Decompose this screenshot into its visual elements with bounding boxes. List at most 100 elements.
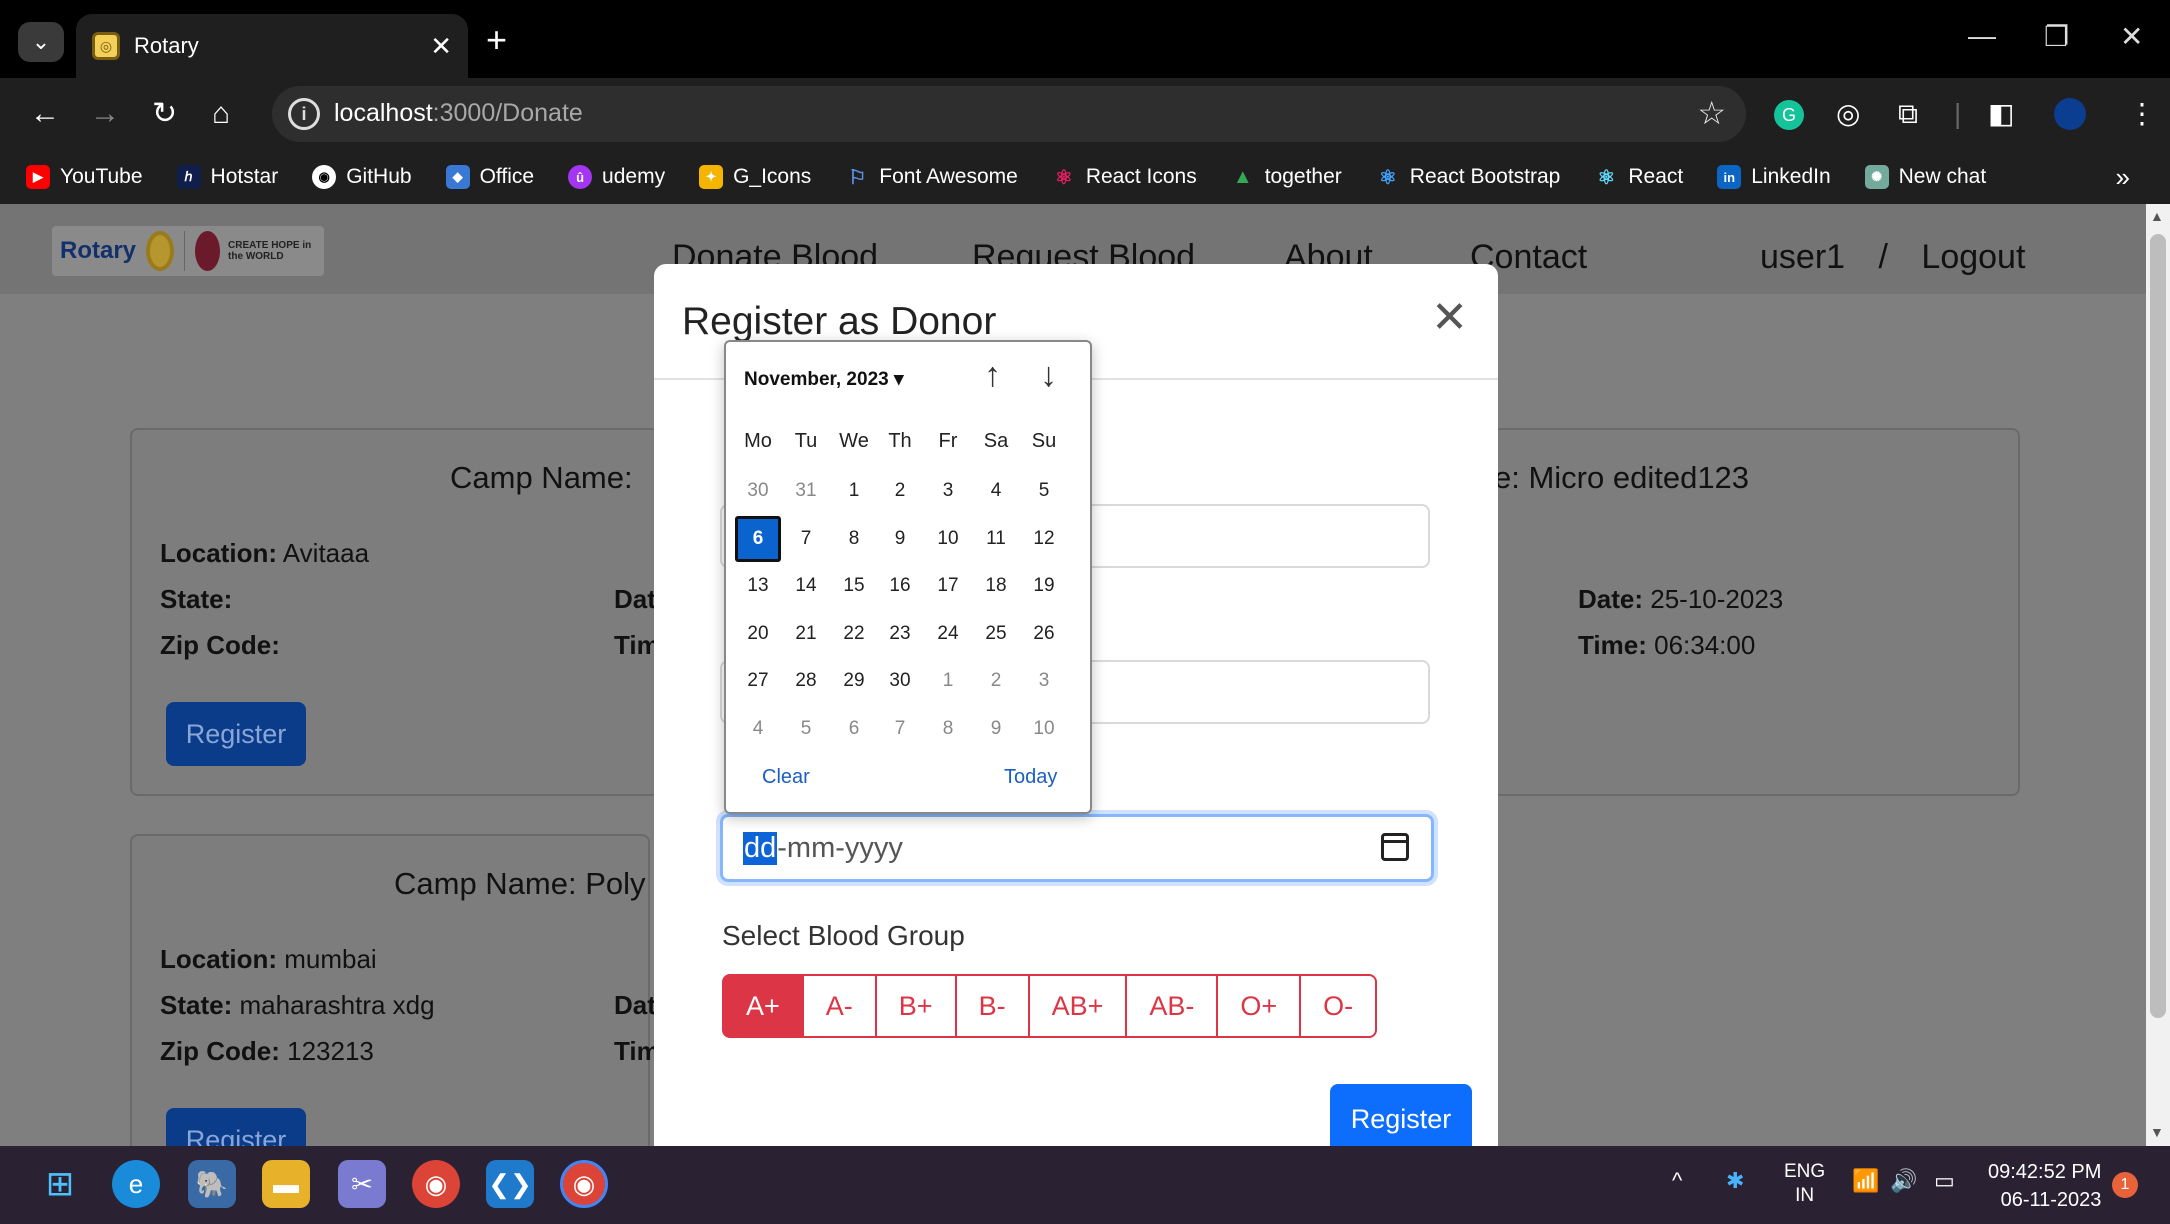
calendar-day[interactable]: 11 xyxy=(973,516,1019,562)
calendar-day[interactable]: 15 xyxy=(831,563,877,609)
bookmark-youtube[interactable]: ▶ YouTube xyxy=(26,165,143,189)
calendar-day[interactable]: 24 xyxy=(925,611,971,657)
bookmark-office[interactable]: ◆ Office xyxy=(445,165,534,189)
calendar-day[interactable]: 19 xyxy=(1021,563,1067,609)
calendar-day[interactable]: 16 xyxy=(877,563,923,609)
profile-avatar[interactable] xyxy=(2054,98,2086,130)
modal-close-icon[interactable]: ✕ xyxy=(1431,292,1468,343)
scroll-up-icon[interactable]: ▲ xyxy=(2150,208,2164,224)
bookmark-g-icons[interactable]: ✦ G_Icons xyxy=(699,165,811,189)
extensions-puzzle-icon[interactable]: ⧉ xyxy=(1898,96,1918,132)
bookmark-react-icons[interactable]: ⚛ React Icons xyxy=(1051,165,1197,189)
camp-register-button[interactable]: Register xyxy=(166,702,306,766)
prev-month-arrow-icon[interactable]: ↑ xyxy=(984,356,1001,395)
reload-icon[interactable]: ↻ xyxy=(152,96,177,132)
calendar-day[interactable]: 5 xyxy=(1021,468,1067,514)
omnibox[interactable]: i localhost:3000/Donate ☆ xyxy=(272,86,1746,142)
calendar-day[interactable]: 12 xyxy=(1021,516,1067,562)
calendar-day[interactable]: 3 xyxy=(925,468,971,514)
calendar-day[interactable]: 26 xyxy=(1021,611,1067,657)
calendar-day[interactable]: 7 xyxy=(877,706,923,752)
notification-badge[interactable]: 1 xyxy=(2112,1172,2138,1198)
file-explorer-icon[interactable]: ▬ xyxy=(262,1160,310,1208)
bookmark-react-bootstrap[interactable]: ⚛ React Bootstrap xyxy=(1375,165,1560,189)
wifi-icon[interactable]: 📶 xyxy=(1852,1168,1879,1194)
minimize-icon[interactable]: — xyxy=(1968,20,1996,52)
blood-group-b-pos[interactable]: B+ xyxy=(874,974,957,1038)
calendar-day[interactable]: 13 xyxy=(735,563,781,609)
next-month-arrow-icon[interactable]: ↓ xyxy=(1040,356,1057,395)
browser-menu-icon[interactable]: ⋮ xyxy=(2128,96,2156,132)
system-clock[interactable]: 09:42:52 PM 06-11-2023 xyxy=(1988,1158,2101,1214)
blood-group-a-neg[interactable]: A- xyxy=(801,974,877,1038)
browser-tab[interactable]: ◎ Rotary ✕ xyxy=(76,14,468,78)
calendar-icon[interactable] xyxy=(1381,833,1409,861)
blood-group-o-neg[interactable]: O- xyxy=(1299,974,1378,1038)
calendar-day[interactable]: 17 xyxy=(925,563,971,609)
language-indicator[interactable]: ENG IN xyxy=(1784,1160,1825,1208)
show-hidden-icons[interactable]: ^ xyxy=(1672,1168,1682,1194)
blood-group-a-pos[interactable]: A+ xyxy=(722,974,804,1038)
extension-target-icon[interactable]: ◎ xyxy=(1836,96,1860,132)
bookmark-star-icon[interactable]: ☆ xyxy=(1697,94,1726,132)
bookmark-hotstar[interactable]: ℎ Hotstar xyxy=(176,165,278,189)
page-scrollbar[interactable]: ▲ ▼ xyxy=(2146,204,2170,1146)
tab-close-icon[interactable]: ✕ xyxy=(430,31,452,62)
tab-search-button[interactable]: ⌄ xyxy=(18,22,64,62)
rotary-logo[interactable]: Rotary CREATE HOPE in the WORLD xyxy=(52,226,324,276)
donation-date-input[interactable]: dd -mm-yyyy xyxy=(720,814,1434,882)
bookmark-react[interactable]: ⚛ React xyxy=(1594,165,1683,189)
home-icon[interactable]: ⌂ xyxy=(212,96,230,132)
chrome-icon[interactable]: ◉ xyxy=(412,1160,460,1208)
calendar-day[interactable]: 14 xyxy=(783,563,829,609)
calendar-day[interactable]: 27 xyxy=(735,658,781,704)
window-close-icon[interactable]: ✕ xyxy=(2120,20,2143,53)
calendar-day[interactable]: 1 xyxy=(925,658,971,704)
vscode-icon[interactable]: ❮❯ xyxy=(486,1160,534,1208)
calendar-day[interactable]: 2 xyxy=(877,468,923,514)
month-year-dropdown[interactable]: November, 2023 ▾ xyxy=(744,368,904,391)
camp-register-button[interactable]: Register xyxy=(166,1108,306,1146)
snipping-tool-icon[interactable]: ✂ xyxy=(338,1160,386,1208)
calendar-day[interactable]: 10 xyxy=(1021,706,1067,752)
calendar-day[interactable]: 2 xyxy=(973,658,1019,704)
calendar-day[interactable]: 8 xyxy=(831,516,877,562)
volume-icon[interactable]: 🔊 xyxy=(1890,1168,1917,1194)
blood-group-ab-neg[interactable]: AB- xyxy=(1125,974,1219,1038)
scroll-thumb[interactable] xyxy=(2150,234,2166,1018)
calendar-day[interactable]: 30 xyxy=(735,468,781,514)
bookmark-font-awesome[interactable]: ⚐ Font Awesome xyxy=(845,165,1018,189)
calendar-day[interactable]: 28 xyxy=(783,658,829,704)
calendar-day[interactable]: 5 xyxy=(783,706,829,752)
calendar-day[interactable]: 6 xyxy=(735,515,781,562)
calendar-day[interactable]: 6 xyxy=(831,706,877,752)
blood-group-b-neg[interactable]: B- xyxy=(954,974,1030,1038)
calendar-day[interactable]: 22 xyxy=(831,611,877,657)
logout-link[interactable]: Logout xyxy=(1921,238,2025,276)
forward-icon[interactable]: → xyxy=(90,96,120,132)
bookmark-new-chat[interactable]: ✺ New chat xyxy=(1864,165,1986,189)
new-tab-button[interactable]: + xyxy=(486,20,507,60)
side-panel-icon[interactable]: ◧ xyxy=(1988,96,2014,132)
calendar-day[interactable]: 20 xyxy=(735,611,781,657)
date-today-button[interactable]: Today xyxy=(1004,766,1057,789)
calendar-day[interactable]: 21 xyxy=(783,611,829,657)
more-bookmarks-icon[interactable]: » xyxy=(2116,162,2130,193)
bookmark-together[interactable]: ▲ together xyxy=(1230,165,1342,189)
bookmark-linkedin[interactable]: in LinkedIn xyxy=(1717,165,1831,189)
restore-icon[interactable]: ❐ xyxy=(2044,20,2069,53)
bookmark-github[interactable]: ◉ GitHub xyxy=(312,165,412,189)
windows-start-icon[interactable]: ⊞ xyxy=(36,1160,84,1208)
site-info-icon[interactable]: i xyxy=(288,98,320,130)
calendar-day[interactable]: 30 xyxy=(877,658,923,704)
calendar-day[interactable]: 1 xyxy=(831,468,877,514)
calendar-day[interactable]: 10 xyxy=(925,516,971,562)
edge-icon[interactable]: e xyxy=(112,1160,160,1208)
calendar-day[interactable]: 8 xyxy=(925,706,971,752)
calendar-day[interactable]: 4 xyxy=(735,706,781,752)
blood-group-ab-pos[interactable]: AB+ xyxy=(1027,974,1128,1038)
date-clear-button[interactable]: Clear xyxy=(762,766,810,789)
calendar-day[interactable]: 31 xyxy=(783,468,829,514)
bookmark-udemy[interactable]: û udemy xyxy=(568,165,665,189)
bluetooth-icon[interactable]: ✱ xyxy=(1726,1168,1744,1194)
